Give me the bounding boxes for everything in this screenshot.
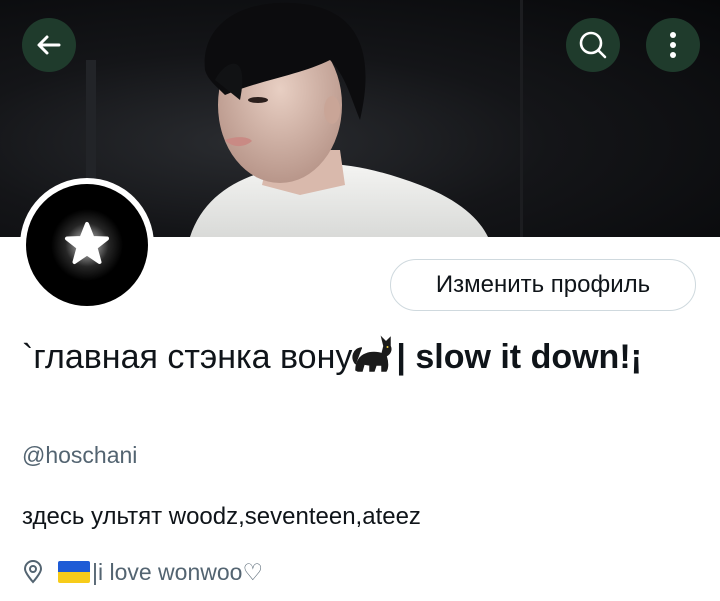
location-pin-icon xyxy=(22,560,44,584)
search-button[interactable] xyxy=(566,18,620,72)
display-name-main: `главная стэнка вону xyxy=(22,338,353,376)
arrow-left-icon xyxy=(35,31,63,59)
display-name: `главная стэнка вону | slow it down!¡ xyxy=(22,332,702,388)
edit-profile-button[interactable]: Изменить профиль xyxy=(390,259,696,311)
avatar[interactable] xyxy=(20,178,154,312)
profile-location: |i love wonwoo♡ xyxy=(22,556,263,588)
ukraine-flag-icon xyxy=(58,561,90,583)
more-options-button[interactable] xyxy=(646,18,700,72)
star-icon xyxy=(51,209,123,281)
display-name-suffix: | slow it down!¡ xyxy=(396,338,642,376)
user-handle: @hoschani xyxy=(22,442,138,468)
avatar-image xyxy=(26,184,148,306)
more-vertical-icon xyxy=(668,30,678,60)
location-text: |i love wonwoo♡ xyxy=(92,558,264,585)
profile-bio: здесь ультят woodz,seventeen,ateez xyxy=(22,503,421,530)
profile-page: Изменить профиль `главная стэнка вону | … xyxy=(0,0,720,601)
black-cat-icon xyxy=(352,334,396,388)
edit-profile-label: Изменить профиль xyxy=(435,271,651,298)
back-button[interactable] xyxy=(22,18,76,72)
search-icon xyxy=(578,30,608,60)
